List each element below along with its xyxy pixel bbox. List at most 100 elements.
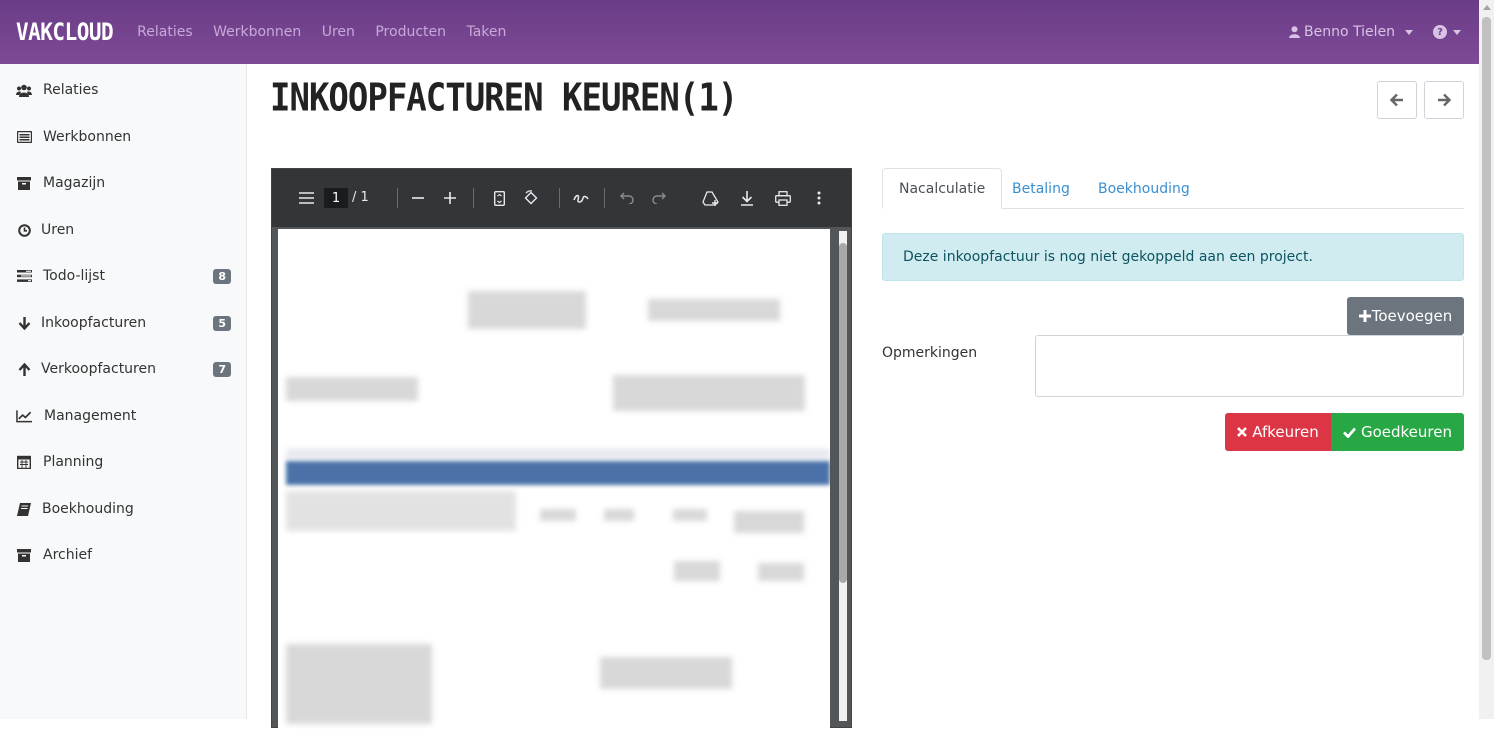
nav-taken[interactable]: Taken: [466, 24, 506, 40]
divider: [604, 188, 605, 208]
clock-icon: [16, 222, 32, 238]
sidebar-item-planning[interactable]: Planning: [0, 442, 247, 482]
question-circle-icon: ?: [1433, 25, 1447, 39]
list-alt-icon: [16, 129, 32, 145]
redacted-content: [286, 491, 516, 531]
nav-relaties[interactable]: Relaties: [137, 24, 192, 40]
add-button-label: Toevoegen: [1371, 307, 1453, 325]
nav-werkbonnen[interactable]: Werkbonnen: [213, 24, 301, 40]
sidebar-item-label: Inkoopfacturen: [41, 315, 147, 331]
annotate-icon[interactable]: [572, 189, 590, 207]
sidebar-item-management[interactable]: Management: [0, 396, 247, 436]
archive-icon: [16, 547, 32, 563]
todo-count-badge: 8: [213, 268, 231, 284]
more-vertical-icon[interactable]: [810, 189, 828, 207]
menu-icon[interactable]: [297, 189, 315, 207]
sidebar-item-boekhouding[interactable]: Boekhouding: [0, 489, 247, 529]
divider: [397, 188, 398, 208]
sidebar-item-label: Relaties: [43, 82, 99, 98]
fit-page-icon[interactable]: [490, 189, 508, 207]
redacted-content: [758, 563, 804, 581]
undo-icon[interactable]: [618, 189, 636, 207]
page-number-input[interactable]: 1: [324, 188, 348, 208]
sidebar-item-verkoopfacturen[interactable]: Verkoopfacturen 7: [0, 349, 247, 389]
pdf-toolbar: 1 / 1: [272, 169, 851, 227]
user-name: Benno Tielen: [1304, 24, 1395, 40]
sidebar-item-relaties[interactable]: Relaties: [0, 70, 247, 110]
pdf-page: [278, 229, 830, 729]
scroll-up-icon[interactable]: [1483, 5, 1491, 10]
sidebar-item-label: Archief: [43, 547, 93, 563]
sidebar-item-archief[interactable]: Archief: [0, 535, 247, 575]
pdf-viewer[interactable]: 1 / 1: [271, 168, 852, 729]
redacted-content: [604, 509, 634, 521]
add-button[interactable]: Toevoegen: [1347, 297, 1464, 335]
redacted-table-header: [286, 461, 830, 485]
help-menu[interactable]: ?: [1433, 25, 1461, 39]
sidebar-item-label: Uren: [41, 222, 75, 238]
print-icon[interactable]: [774, 189, 792, 207]
redacted-content: [600, 657, 732, 689]
next-button[interactable]: [1424, 81, 1464, 119]
redacted-content: [674, 561, 720, 581]
arrow-right-icon: [1438, 93, 1451, 107]
tab-betaling[interactable]: Betaling: [996, 168, 1086, 209]
sidebar-item-magazijn[interactable]: Magazijn: [0, 163, 247, 203]
redacted-content: [734, 511, 804, 533]
rotate-icon[interactable]: [522, 189, 540, 207]
inkoop-count-badge: 5: [213, 315, 231, 331]
sidebar-item-werkbonnen[interactable]: Werkbonnen: [0, 117, 247, 157]
redacted-content: [468, 291, 586, 329]
top-right-menu: Benno Tielen ?: [1289, 24, 1461, 40]
nav-uren[interactable]: Uren: [322, 24, 355, 40]
sidebar-item-uren[interactable]: Uren: [0, 210, 247, 250]
verkoop-count-badge: 7: [213, 361, 231, 377]
brand-logo[interactable]: VAKCLOUD: [16, 18, 114, 46]
arrow-down-icon: [16, 315, 32, 331]
sidebar-item-label: Verkoopfacturen: [41, 361, 156, 377]
reject-button[interactable]: Afkeuren: [1225, 413, 1331, 451]
redo-icon[interactable]: [650, 189, 668, 207]
sidebar-item-inkoopfacturen[interactable]: Inkoopfacturen 5: [0, 303, 247, 343]
prev-button[interactable]: [1377, 81, 1417, 119]
sidebar-item-label: Planning: [43, 454, 104, 470]
user-menu[interactable]: Benno Tielen: [1289, 24, 1413, 40]
divider: [559, 188, 560, 208]
plus-icon: [1358, 310, 1371, 322]
page-scroll-thumb[interactable]: [1482, 17, 1491, 660]
user-icon: [1289, 26, 1301, 38]
page-title: INKOOPFACTUREN KEUREN(1): [270, 76, 738, 121]
top-navbar: VAKCLOUD Relaties Werkbonnen Uren Produc…: [0, 0, 1479, 64]
zoom-in-icon[interactable]: [441, 189, 459, 207]
detail-tabs: Nacalculatie Betaling Boekhouding: [882, 168, 1464, 209]
sidebar: Relaties Werkbonnen Magazijn Uren Todo-l…: [0, 64, 247, 719]
redacted-content: [286, 449, 830, 459]
remarks-textarea[interactable]: [1035, 335, 1464, 397]
pdf-scroll-thumb[interactable]: [839, 243, 847, 583]
redacted-content: [648, 299, 780, 321]
sidebar-item-todo-lijst[interactable]: Todo-lijst 8: [0, 256, 247, 296]
zoom-out-icon[interactable]: [409, 189, 427, 207]
save-to-drive-icon[interactable]: [702, 189, 720, 207]
redacted-content: [673, 509, 707, 521]
users-icon: [16, 82, 32, 98]
sidebar-item-label: Werkbonnen: [43, 129, 132, 145]
nav-producten[interactable]: Producten: [375, 24, 446, 40]
tasks-icon: [16, 268, 32, 284]
remarks-label: Opmerkingen: [882, 345, 978, 361]
reject-button-label: Afkeuren: [1252, 423, 1319, 441]
info-alert: Deze inkoopfactuur is nog niet gekoppeld…: [882, 233, 1464, 281]
tab-boekhouding[interactable]: Boekhouding: [1082, 168, 1206, 209]
sidebar-item-label: Todo-lijst: [43, 268, 105, 284]
download-icon[interactable]: [738, 189, 756, 207]
calendar-icon: [16, 454, 32, 470]
page-scrollbar[interactable]: [1479, 0, 1494, 719]
divider: [473, 188, 474, 208]
chevron-down-icon: [1405, 29, 1413, 35]
approve-button[interactable]: Goedkeuren: [1331, 413, 1464, 451]
sidebar-item-label: Magazijn: [43, 175, 106, 191]
chevron-down-icon: [1453, 29, 1461, 35]
arrow-left-icon: [1390, 93, 1403, 107]
tab-nacalculatie[interactable]: Nacalculatie: [882, 168, 1003, 209]
pdf-scrollbar[interactable]: [839, 231, 847, 721]
